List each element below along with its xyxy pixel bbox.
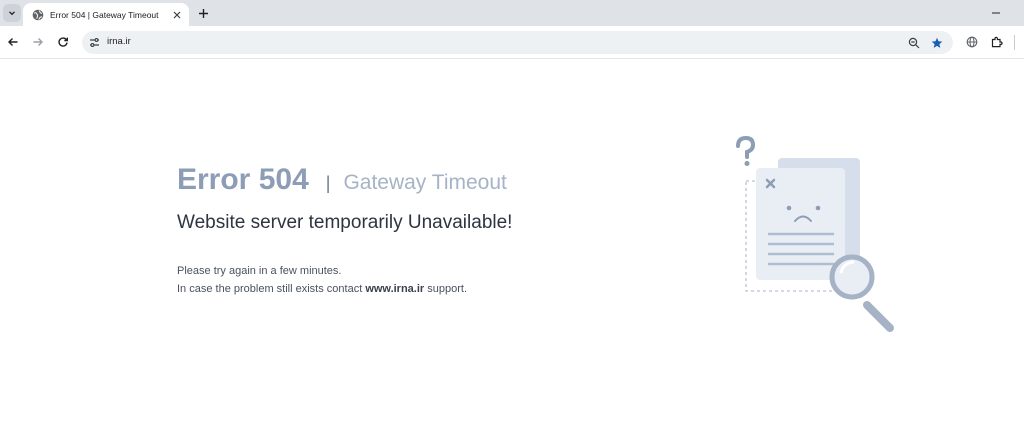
chevron-down-icon bbox=[9, 11, 15, 16]
minimize-window-button[interactable] bbox=[989, 6, 1003, 20]
forward-button[interactable] bbox=[31, 35, 45, 49]
reload-button[interactable] bbox=[56, 35, 70, 49]
minimize-icon bbox=[992, 12, 1000, 14]
tab-search-button[interactable] bbox=[3, 4, 21, 22]
heading-separator: | bbox=[325, 173, 331, 193]
zoom-button[interactable] bbox=[907, 36, 920, 49]
error-name: Gateway Timeout bbox=[343, 171, 507, 194]
globe-icon bbox=[32, 9, 44, 21]
retry-message: Please try again in a few minutes. bbox=[177, 265, 342, 277]
puzzle-icon bbox=[991, 36, 1003, 48]
close-icon bbox=[173, 11, 181, 18]
error-title: Website server temporarily Unavailable! bbox=[177, 212, 513, 233]
contact-domain: www.irna.ir bbox=[365, 283, 425, 295]
translate-button[interactable] bbox=[965, 35, 979, 49]
magnifier-icon bbox=[829, 254, 894, 332]
site-info-button[interactable] bbox=[88, 36, 101, 49]
browser-toolbar: irna.ir bbox=[0, 26, 1024, 59]
question-mark-icon bbox=[736, 135, 756, 166]
extensions-button[interactable] bbox=[990, 35, 1004, 49]
active-tab[interactable]: Error 504 | Gateway Timeout bbox=[23, 3, 189, 26]
zoom-out-icon bbox=[908, 37, 919, 48]
tab-strip: Error 504 | Gateway Timeout bbox=[0, 0, 1024, 26]
contact-prefix: In case the problem still exists contact bbox=[177, 283, 363, 295]
plus-icon bbox=[198, 8, 208, 18]
error-message: Please try again in a few minutes. In ca… bbox=[177, 262, 467, 298]
contact-suffix: support. bbox=[427, 283, 468, 295]
arrow-right-icon bbox=[33, 38, 43, 46]
new-tab-button[interactable] bbox=[196, 6, 210, 20]
document-search-sad-illustration bbox=[736, 135, 894, 332]
error-code: Error 504 bbox=[177, 163, 309, 196]
close-tab-button[interactable] bbox=[171, 9, 183, 21]
tune-icon bbox=[90, 38, 99, 47]
back-button[interactable] bbox=[6, 35, 20, 49]
contact-message: In case the problem still exists contact… bbox=[177, 280, 467, 298]
globe-icon bbox=[966, 36, 978, 48]
star-filled-icon bbox=[931, 37, 942, 48]
error-page: Error 504 | Gateway Timeout Website serv… bbox=[0, 60, 1024, 435]
tab-title: Error 504 | Gateway Timeout bbox=[50, 9, 159, 20]
error-heading: Error 504 | Gateway Timeout bbox=[177, 163, 507, 197]
reload-icon bbox=[58, 37, 68, 47]
address-bar[interactable]: irna.ir bbox=[82, 31, 953, 54]
url-text[interactable]: irna.ir bbox=[107, 36, 131, 47]
toolbar-divider bbox=[1014, 35, 1015, 50]
bookmark-button[interactable] bbox=[930, 36, 943, 49]
arrow-left-icon bbox=[8, 38, 18, 46]
